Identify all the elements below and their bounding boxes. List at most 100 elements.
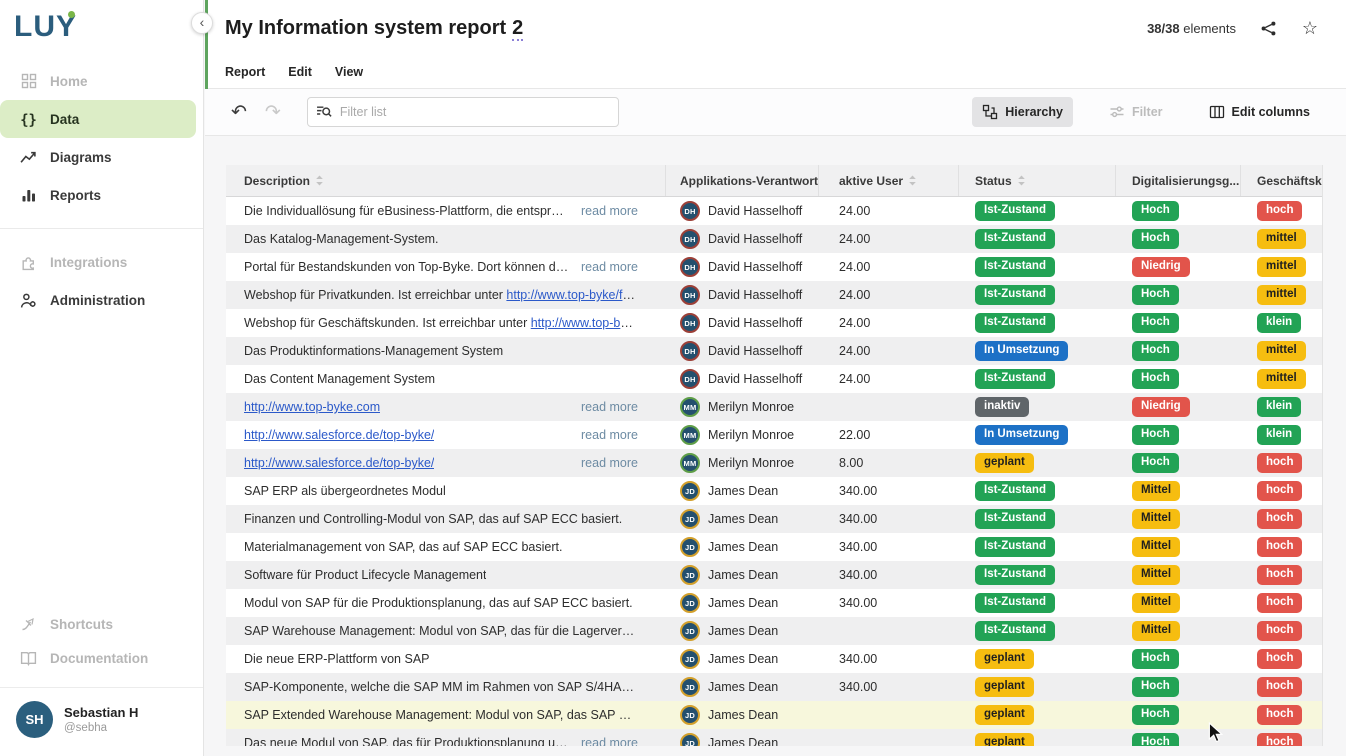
read-more-link[interactable]: read more — [569, 428, 638, 442]
table-row[interactable]: Materialmanagement von SAP, das auf SAP … — [226, 533, 1322, 561]
active-users-cell: 22.00 — [819, 428, 959, 442]
read-more-link[interactable]: read more — [569, 400, 638, 414]
edit-columns-button[interactable]: Edit columns — [1199, 97, 1320, 127]
description-text: Die Individuallösung für eBusiness-Platt… — [244, 204, 569, 218]
owner-avatar: MM — [680, 425, 700, 445]
criticality-badge: mittel — [1257, 285, 1306, 305]
table-row[interactable]: SAP Extended Warehouse Management: Modul… — [226, 701, 1322, 729]
active-users-cell: 340.00 — [819, 512, 959, 526]
table-row[interactable]: Finanzen und Controlling-Modul von SAP, … — [226, 505, 1322, 533]
sort-icon[interactable] — [1017, 174, 1026, 187]
description-text: Materialmanagement von SAP, das auf SAP … — [244, 540, 562, 554]
table-row[interactable]: Software für Product Lifecycle Managemen… — [226, 561, 1322, 589]
owner-name: James Dean — [708, 652, 778, 666]
read-more-link[interactable]: read more — [569, 736, 638, 746]
table-body: Die Individuallösung für eBusiness-Platt… — [226, 197, 1322, 746]
user-card[interactable]: SH Sebastian H @sebha — [0, 687, 203, 756]
read-more-link[interactable]: read more — [569, 204, 638, 218]
sort-icon[interactable] — [908, 174, 917, 187]
table-row[interactable]: Das neue Modul von SAP, das für Produkti… — [226, 729, 1322, 746]
filter-button[interactable]: Filter — [1099, 97, 1173, 127]
undo-button[interactable]: ↶ — [231, 103, 247, 122]
criticality-cell: hoch — [1241, 537, 1322, 557]
table-row[interactable]: SAP-Komponente, welche die SAP MM im Rah… — [226, 673, 1322, 701]
table-row[interactable]: SAP Warehouse Management: Modul von SAP,… — [226, 617, 1322, 645]
description-link[interactable]: http://www.salesforce.de/top-byke/ — [244, 428, 434, 442]
share-button[interactable] — [1258, 18, 1278, 38]
sidebar-item-label: Diagrams — [50, 150, 112, 165]
table-row[interactable]: SAP ERP als übergeordnetes ModulJDJames … — [226, 477, 1322, 505]
table-row[interactable]: Portal für Bestandskunden von Top-Byke. … — [226, 253, 1322, 281]
hierarchy-button-label: Hierarchy — [1005, 105, 1063, 119]
sidebar-item-diagrams[interactable]: Diagrams — [0, 138, 203, 176]
criticality-cell: hoch — [1241, 593, 1322, 613]
sidebar-item-reports[interactable]: Reports — [0, 176, 203, 214]
owner-cell: DHDavid Hasselhoff — [666, 201, 819, 221]
column-header-2[interactable]: Applikations-Verantwort... — [666, 165, 819, 196]
description-link[interactable]: http://www.salesforce.de/top-byke/ — [244, 456, 434, 470]
column-header-1[interactable]: Description — [226, 165, 666, 196]
column-header-5[interactable]: Digitalisierungsg... — [1116, 165, 1241, 196]
owner-name: Merilyn Monroe — [708, 400, 794, 414]
read-more-link[interactable]: read more — [569, 456, 638, 470]
redo-button[interactable]: ↷ — [265, 103, 281, 122]
shortcuts-icon — [20, 616, 37, 633]
owner-avatar: JD — [680, 537, 700, 557]
table-row[interactable]: Das Content Management SystemDHDavid Has… — [226, 365, 1322, 393]
criticality-badge: hoch — [1257, 453, 1302, 473]
column-header-3[interactable]: aktive User — [819, 165, 959, 196]
table-row[interactable]: http://www.salesforce.de/top-byke/read m… — [226, 421, 1322, 449]
sidebar-item-data[interactable]: {}Data — [0, 100, 196, 138]
sidebar-item-documentation[interactable]: Documentation — [0, 641, 203, 675]
administration-icon — [20, 292, 37, 309]
criticality-badge: klein — [1257, 397, 1301, 417]
hierarchy-button[interactable]: Hierarchy — [972, 97, 1073, 127]
menu-report[interactable]: Report — [225, 65, 265, 79]
sidebar-item-label: Home — [50, 74, 88, 89]
table-row[interactable]: Das Katalog-Management-System.DHDavid Ha… — [226, 225, 1322, 253]
table-row[interactable]: http://www.salesforce.de/top-byke/read m… — [226, 449, 1322, 477]
status-cell: Ist-Zustand — [959, 201, 1116, 221]
sidebar-item-shortcuts[interactable]: Shortcuts — [0, 607, 203, 641]
integrations-icon — [20, 254, 37, 271]
sort-icon[interactable] — [315, 174, 324, 187]
description-link[interactable]: http://www.top-byke.com — [244, 400, 380, 414]
owner-cell: DHDavid Hasselhoff — [666, 313, 819, 333]
filter-list-input[interactable] — [307, 97, 619, 127]
table-row[interactable]: Die Individuallösung für eBusiness-Platt… — [226, 197, 1322, 225]
sidebar-item-integrations[interactable]: Integrations — [0, 243, 203, 281]
read-more-link[interactable]: read more — [569, 260, 638, 274]
column-header-4[interactable]: Status — [959, 165, 1116, 196]
description-link[interactable]: http://www.top-byke/business/ — [531, 316, 638, 330]
description-cell: Modul von SAP für die Produktionsplanung… — [226, 596, 666, 610]
owner-avatar: JD — [680, 593, 700, 613]
table-row[interactable]: Webshop für Geschäftskunden. Ist erreich… — [226, 309, 1322, 337]
description-cell: Das Content Management System — [226, 372, 666, 386]
table-row[interactable]: Die neue ERP-Plattform von SAPJDJames De… — [226, 645, 1322, 673]
owner-name: David Hasselhoff — [708, 316, 802, 330]
description-link[interactable]: http://www.top-byke/for-you/ — [506, 288, 638, 302]
table-row[interactable]: http://www.top-byke.comread moreMMMerily… — [226, 393, 1322, 421]
sidebar-collapse-button[interactable]: ‹ — [191, 12, 213, 34]
digitalization-badge: Hoch — [1132, 285, 1179, 305]
sidebar-item-administration[interactable]: Administration — [0, 281, 203, 319]
menu-edit[interactable]: Edit — [288, 65, 312, 79]
sidebar-item-home[interactable]: Home — [0, 62, 203, 100]
owner-avatar: JD — [680, 509, 700, 529]
table-row[interactable]: Das Produktinformations-Management Syste… — [226, 337, 1322, 365]
digitalization-badge: Niedrig — [1132, 397, 1190, 417]
digitalization-cell: Hoch — [1116, 201, 1241, 221]
menu-view[interactable]: View — [335, 65, 363, 79]
table-row[interactable]: Webshop für Privatkunden. Ist erreichbar… — [226, 281, 1322, 309]
owner-avatar: DH — [680, 369, 700, 389]
favorite-button[interactable]: ☆ — [1300, 18, 1320, 38]
column-header-label: Applikations-Verantwort... — [680, 174, 819, 188]
owner-name: Merilyn Monroe — [708, 456, 794, 470]
criticality-badge: klein — [1257, 425, 1301, 445]
digitalization-badge: Mittel — [1132, 565, 1180, 585]
column-header-6[interactable]: Geschäftskritikalität — [1241, 165, 1322, 196]
description-cell: SAP-Komponente, welche die SAP MM im Rah… — [226, 680, 666, 694]
digitalization-badge: Hoch — [1132, 229, 1179, 249]
table-row[interactable]: Modul von SAP für die Produktionsplanung… — [226, 589, 1322, 617]
digitalization-cell: Hoch — [1116, 341, 1241, 361]
